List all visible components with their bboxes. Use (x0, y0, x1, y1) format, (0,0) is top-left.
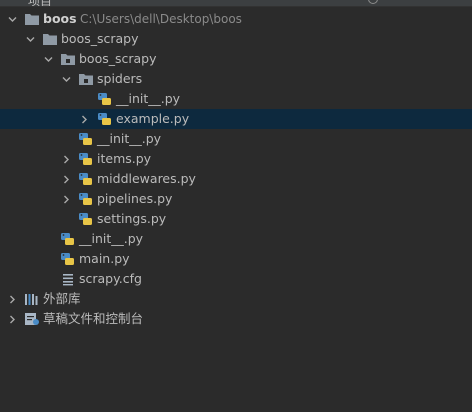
tree-node-label: settings.py (97, 211, 167, 226)
tree-node-middlewares[interactable]: middlewares.py (0, 169, 472, 189)
tree-node-outer-init[interactable]: __init__.py (0, 229, 472, 249)
tree-node-label: __init__.py (116, 91, 181, 106)
tree-node-label: pipelines.py (97, 191, 173, 206)
python-file-icon (60, 252, 76, 266)
python-file-icon (97, 112, 113, 126)
tree-node-label: 草稿文件和控制台 (43, 311, 144, 326)
tree-node-label: middlewares.py (97, 171, 196, 186)
tree-node-label: boos (43, 11, 77, 26)
chevron-down-icon[interactable] (24, 29, 36, 49)
tree-node-label: boos_scrapy (79, 51, 157, 66)
python-file-icon (78, 152, 94, 166)
scratches-icon (24, 312, 40, 326)
chevron-down-icon[interactable] (42, 49, 54, 69)
folder-icon (42, 32, 58, 46)
tree-node-label: items.py (97, 151, 152, 166)
tree-node-label: boos_scrapy (61, 31, 139, 46)
tree-node-label: __init__.py (97, 131, 162, 146)
chevron-right-icon[interactable] (6, 289, 18, 309)
python-file-icon (97, 92, 113, 106)
tree-node-inner-init[interactable]: __init__.py (0, 129, 472, 149)
chevron-down-icon[interactable] (6, 9, 18, 29)
python-file-icon (78, 172, 94, 186)
python-file-icon (78, 212, 94, 226)
library-icon (24, 292, 40, 306)
tree-node-label: __init__.py (79, 231, 144, 246)
tree-node-main[interactable]: main.py (0, 249, 472, 269)
tree-node-settings[interactable]: settings.py (0, 209, 472, 229)
tree-node-label: scrapy.cfg (79, 271, 142, 286)
tree-node-spiders-init[interactable]: __init__.py (0, 89, 472, 109)
tree-node-scratches-consoles[interactable]: 草稿文件和控制台 (0, 309, 472, 329)
chevron-right-icon[interactable] (60, 149, 72, 169)
chevron-right-icon[interactable] (6, 309, 18, 329)
tree-node-label: example.py (116, 111, 190, 126)
package-folder-icon (78, 72, 94, 86)
config-file-icon (60, 272, 76, 286)
project-path: C:\Users\dell\Desktop\boos (80, 12, 242, 26)
tree-node-external-libraries[interactable]: 外部库 (0, 289, 472, 309)
tree-empty-area (0, 340, 472, 412)
folder-icon (24, 12, 40, 26)
chevron-right-icon[interactable] (78, 109, 90, 129)
tree-node-items[interactable]: items.py (0, 149, 472, 169)
package-folder-icon (60, 52, 76, 66)
tree-node-boos[interactable]: boos C:\Users\dell\Desktop\boos (0, 9, 472, 29)
chevron-down-icon[interactable] (60, 69, 72, 89)
tree-node-label: 外部库 (43, 291, 81, 306)
tree-node-scrapy-cfg[interactable]: scrapy.cfg (0, 269, 472, 289)
chevron-right-icon[interactable] (60, 169, 72, 189)
python-file-icon (78, 132, 94, 146)
tree-node-spiders[interactable]: spiders (0, 69, 472, 89)
tree-node-boos-scrapy-outer[interactable]: boos_scrapy (0, 29, 472, 49)
project-panel-header: 项目 (0, 0, 472, 7)
tree-node-label: spiders (97, 71, 143, 86)
locate-file-icon[interactable] (368, 0, 378, 4)
chevron-right-icon[interactable] (60, 189, 72, 209)
python-file-icon (60, 232, 76, 246)
panel-title: 项目 (28, 0, 53, 7)
tree-node-label: main.py (79, 251, 130, 266)
project-tree: boos C:\Users\dell\Desktop\boos boos_scr… (0, 9, 472, 329)
tree-node-boos-scrapy-inner[interactable]: boos_scrapy (0, 49, 472, 69)
tree-node-example[interactable]: example.py (0, 109, 472, 129)
tree-node-pipelines[interactable]: pipelines.py (0, 189, 472, 209)
python-file-icon (78, 192, 94, 206)
